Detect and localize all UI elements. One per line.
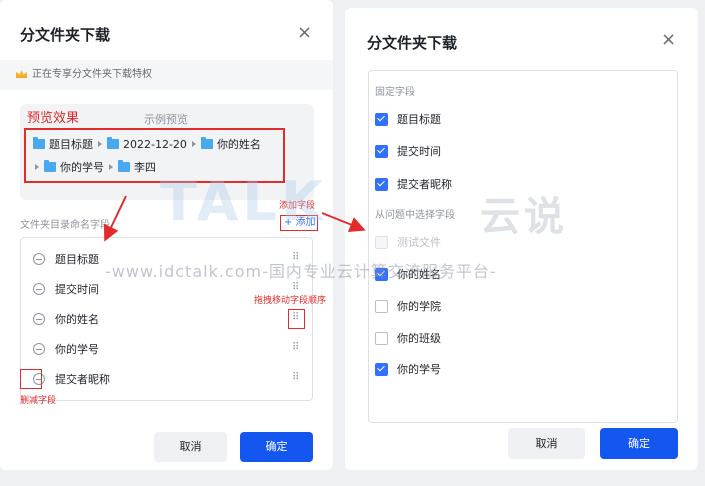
drag-grip-icon[interactable]: ⠿ (292, 343, 299, 353)
field-label: 你的学号 (397, 363, 441, 376)
checkbox-icon[interactable] (375, 331, 388, 345)
field-label: 你的学院 (397, 300, 441, 313)
field-row: 你的学号 (33, 341, 99, 357)
checkbox-icon[interactable] (375, 362, 388, 376)
field-label: 你的学号 (55, 343, 99, 356)
directory-label: 文件夹目录命名字段 (20, 220, 110, 231)
field-label: 题目标题 (55, 253, 99, 266)
folder-icon (44, 160, 56, 172)
checkbox-icon[interactable] (375, 177, 388, 191)
delete-annotation: 删减字段 (20, 396, 57, 406)
dialog-title: 分文件夹下载 (367, 34, 458, 52)
triangle-right-icon (98, 141, 102, 147)
dialog-title: 分文件夹下载 (20, 26, 111, 44)
field-row: 题目标题 (33, 251, 99, 267)
left-dialog: 分文件夹下载 × 正在专享分文件夹下载特权 示例预览 预览效果 题目标题 202… (0, 0, 333, 470)
drag-annotation: 拖拽移动字段顺序 (254, 296, 327, 306)
folder-icon (118, 160, 130, 172)
triangle-right-icon (191, 141, 196, 147)
question-field-row[interactable]: 你的学院 (375, 298, 441, 314)
field-row: 提交时间 (33, 281, 99, 297)
field-label: 你的班级 (397, 332, 441, 345)
field-row: 提交者昵称 (33, 371, 110, 387)
question-field-row[interactable]: 你的学号 (375, 361, 441, 377)
minus-circle-icon[interactable] (33, 313, 45, 325)
field-label: 提交者昵称 (397, 178, 452, 191)
checkbox-icon (375, 235, 388, 249)
confirm-button[interactable]: 确定 (240, 432, 313, 462)
preview-path-row-2: 你的学号 李四 (30, 159, 156, 175)
fixed-field-row[interactable]: 提交者昵称 (375, 176, 452, 192)
preview-path-row-1: 题目标题 2022-12-20 你的姓名 (33, 136, 261, 152)
path-segment: 你的姓名 (216, 138, 261, 151)
fixed-field-row[interactable]: 提交时间 (375, 143, 441, 159)
field-label: 测试文件 (397, 236, 441, 249)
delete-highlight (20, 369, 42, 389)
path-segment: 李四 (134, 161, 156, 174)
folder-icon (33, 137, 45, 149)
close-icon[interactable]: × (297, 24, 312, 42)
privilege-text: 正在专享分文件夹下载特权 (32, 69, 152, 80)
fixed-fields-label: 固定字段 (375, 87, 415, 98)
preview-caption: 示例预览 (144, 113, 188, 126)
field-label: 提交时间 (55, 283, 99, 296)
cancel-button[interactable]: 取消 (508, 428, 585, 459)
path-segment: 题目标题 (49, 138, 93, 151)
confirm-button[interactable]: 确定 (600, 428, 678, 459)
field-label: 你的姓名 (55, 313, 99, 326)
folder-icon (107, 137, 119, 149)
drag-grip-icon[interactable]: ⠿ (292, 373, 299, 383)
field-row: 你的姓名 (33, 311, 99, 327)
minus-circle-icon[interactable] (33, 253, 45, 265)
cancel-button[interactable]: 取消 (154, 432, 227, 462)
privilege-bar: 正在专享分文件夹下载特权 (0, 60, 333, 90)
question-fields-label: 从问题中选择字段 (375, 210, 455, 221)
question-field-row[interactable]: 你的班级 (375, 330, 441, 346)
checkbox-icon[interactable] (375, 144, 388, 158)
triangle-right-icon (109, 164, 113, 170)
watermark-brand: TALK (160, 170, 327, 233)
drag-grip-icon[interactable]: ⠿ (292, 283, 299, 293)
field-label: 提交时间 (397, 145, 441, 158)
drag-highlight (288, 309, 305, 329)
path-segment: 2022-12-20 (123, 137, 187, 151)
checkbox-icon[interactable] (375, 299, 388, 313)
watermark-brand-cn: 云说 (480, 194, 568, 240)
close-icon[interactable]: × (661, 31, 676, 49)
folder-icon (200, 137, 213, 149)
path-segment: 你的学号 (60, 161, 104, 174)
minus-circle-icon[interactable] (33, 343, 45, 355)
field-label: 提交者昵称 (55, 373, 110, 386)
preview-annotation: 预览效果 (27, 111, 80, 126)
checkbox-icon[interactable] (375, 112, 388, 126)
minus-circle-icon[interactable] (33, 283, 45, 295)
triangle-right-icon (35, 164, 39, 170)
field-label: 题目标题 (397, 113, 441, 126)
fixed-field-row[interactable]: 题目标题 (375, 111, 441, 127)
question-field-row: 测试文件 (375, 234, 441, 250)
watermark-url: -www.idctalk.com-国内专业云计算交流服务平台- (105, 262, 497, 281)
crown-icon (16, 70, 27, 78)
